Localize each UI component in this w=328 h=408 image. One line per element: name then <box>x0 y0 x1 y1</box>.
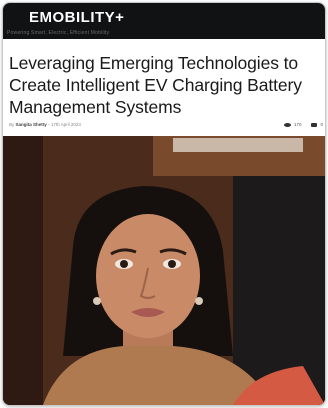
site-tagline: Powering Smart, Electric, Efficient Mobi… <box>7 30 110 36</box>
article-date: 17th April 2023 <box>50 122 81 127</box>
site-header: EMOBILITY+ Powering Smart, Electric, Eff… <box>3 3 325 39</box>
site-logo[interactable]: EMOBILITY+ <box>29 9 124 26</box>
article-card: EMOBILITY+ Powering Smart, Electric, Eff… <box>2 2 326 406</box>
background-left <box>3 136 43 405</box>
eye-icon <box>283 122 291 127</box>
left-earring <box>93 297 101 305</box>
article-author[interactable]: Sangita Shetty <box>16 122 47 127</box>
article-stats: 170 0 <box>283 122 323 127</box>
background-light <box>173 138 303 152</box>
views-value: 170 <box>293 122 302 127</box>
portrait-illustration <box>3 136 325 405</box>
right-pupil <box>168 260 176 268</box>
comments-count[interactable]: 0 <box>311 122 323 127</box>
meta-separator: - <box>48 122 50 127</box>
left-pupil <box>120 260 128 268</box>
right-earring <box>195 297 203 305</box>
article-meta: By Sangita Shetty - 17th April 2023 170 … <box>9 122 323 132</box>
article-headline[interactable]: Leveraging Emerging Technologies to Crea… <box>9 52 325 118</box>
hero-image[interactable] <box>3 136 325 405</box>
comment-icon <box>311 122 318 127</box>
face <box>96 214 200 338</box>
views-count: 170 <box>283 122 302 127</box>
comments-value: 0 <box>320 122 323 127</box>
